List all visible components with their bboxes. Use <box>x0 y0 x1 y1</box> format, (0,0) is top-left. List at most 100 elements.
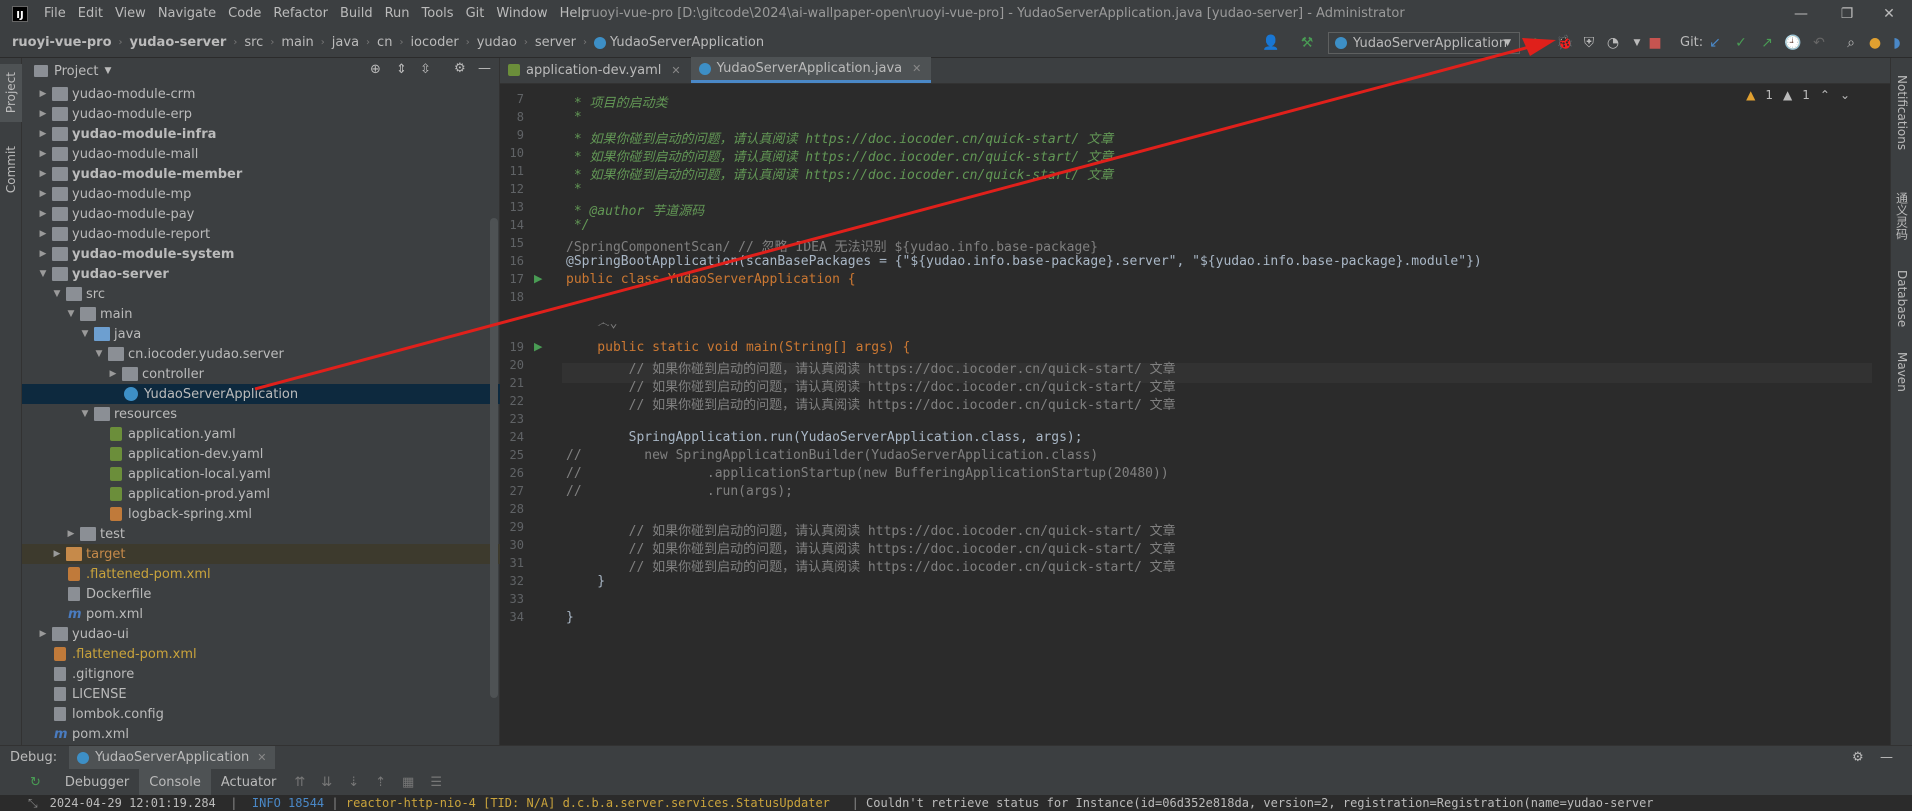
breadcrumb-item[interactable]: main <box>281 35 313 50</box>
tree-item[interactable]: ▼ java <box>22 324 500 344</box>
hide-panel-icon[interactable]: — <box>478 61 491 76</box>
user-icon[interactable]: 👤 <box>1262 34 1280 52</box>
chevron-right-icon[interactable]: ▶ <box>36 169 50 179</box>
breadcrumb-item[interactable]: ruoyi-vue-pro <box>12 35 112 50</box>
menu-item-run[interactable]: Run <box>379 0 416 28</box>
chevron-right-icon[interactable]: ▶ <box>36 89 50 99</box>
run-icon[interactable]: ▶ <box>1531 34 1549 52</box>
history-icon[interactable]: 🕘 <box>1784 34 1802 52</box>
inspection-widget[interactable]: ▲ 1 ▲ 1 ⌃ ⌄ <box>1746 88 1850 102</box>
debug-tab-console[interactable]: Console <box>139 769 211 795</box>
menu-item-view[interactable]: View <box>109 0 152 28</box>
tree-item[interactable]: application-dev.yaml <box>22 444 500 464</box>
chevron-right-icon[interactable]: ▶ <box>36 189 50 199</box>
project-panel-title[interactable]: Project <box>54 64 98 79</box>
breadcrumb-item[interactable]: yudao <box>477 35 517 50</box>
tree-item[interactable]: application-prod.yaml <box>22 484 500 504</box>
breadcrumb-item[interactable]: cn <box>377 35 392 50</box>
code-editor[interactable]: * 项目的启动类 * * 如果你碰到启动的问题，请认真阅读 https://do… <box>566 84 1886 745</box>
breadcrumb-item[interactable]: src <box>244 35 263 50</box>
chevron-right-icon[interactable]: ▶ <box>36 209 50 219</box>
tree-item[interactable]: ▼ src <box>22 284 500 304</box>
tree-item[interactable]: ▶ yudao-module-member <box>22 164 500 184</box>
editor-tab[interactable]: YudaoServerApplication.java ✕ <box>690 57 932 83</box>
tree-item[interactable]: m pom.xml <box>22 724 500 744</box>
tree-item[interactable]: ▶ yudao-module-mp <box>22 184 500 204</box>
profile-icon[interactable]: ◔ <box>1604 34 1622 52</box>
chevron-down-icon[interactable]: ▼ <box>92 349 106 359</box>
debug-toolbar-icon[interactable]: ▦ <box>394 775 422 790</box>
project-tool-tab[interactable]: Project <box>0 64 22 122</box>
close-icon[interactable]: ✕ <box>257 751 266 764</box>
debug-toolbar-icon[interactable]: ⇈ <box>286 775 313 790</box>
chevron-right-icon[interactable]: ▶ <box>36 629 50 639</box>
menu-item-code[interactable]: Code <box>222 0 267 28</box>
run-configuration-select[interactable]: YudaoServerApplication ▼ <box>1328 32 1520 54</box>
more-run-options-icon[interactable]: ▼ <box>1628 34 1646 52</box>
gear-icon[interactable]: ⚙ <box>1852 750 1864 765</box>
tree-item[interactable]: application.yaml <box>22 424 500 444</box>
menu-item-git[interactable]: Git <box>460 0 491 28</box>
menu-item-edit[interactable]: Edit <box>72 0 109 28</box>
assistant-tool-tab[interactable]: 通义灵码 <box>1891 176 1912 256</box>
restore-icon[interactable]: ❐ <box>1824 0 1870 28</box>
chevron-down-icon[interactable]: ▼ <box>104 66 111 76</box>
chevron-down-icon[interactable]: ▼ <box>78 409 92 419</box>
tree-item[interactable]: m pom.xml <box>22 604 500 624</box>
git-push-icon[interactable]: ↗ <box>1758 34 1776 52</box>
breadcrumb-item[interactable]: iocoder <box>410 35 458 50</box>
chevron-right-icon[interactable]: ▶ <box>64 529 78 539</box>
tree-item[interactable]: ▶ yudao-module-report <box>22 224 500 244</box>
menu-item-build[interactable]: Build <box>334 0 379 28</box>
tree-item[interactable]: YudaoServerApplication <box>22 384 500 404</box>
chevron-right-icon[interactable]: ▶ <box>36 149 50 159</box>
tree-item[interactable]: ▶ yudao-module-mall <box>22 144 500 164</box>
debug-session-tab[interactable]: YudaoServerApplication ✕ <box>69 745 275 770</box>
tree-item[interactable]: ▶ yudao-module-pay <box>22 204 500 224</box>
tree-item[interactable]: application-local.yaml <box>22 464 500 484</box>
debug-bug-icon[interactable]: 🐞 <box>1556 34 1574 52</box>
tree-item[interactable]: ▶ test <box>22 524 500 544</box>
chevron-right-icon[interactable]: ▶ <box>106 369 120 379</box>
tree-item[interactable]: LICENSE <box>22 684 500 704</box>
tree-item[interactable]: ▶ yudao-module-system <box>22 244 500 264</box>
gutter-run-icon[interactable]: ▶ <box>534 272 542 285</box>
menu-item-tools[interactable]: Tools <box>416 0 460 28</box>
tree-item[interactable]: ▼ resources <box>22 404 500 424</box>
tree-item[interactable]: ▶ target <box>22 544 500 564</box>
chevron-right-icon[interactable]: ▶ <box>36 249 50 259</box>
tree-item[interactable]: ▶ yudao-module-crm <box>22 84 500 104</box>
tree-item[interactable]: .flattened-pom.xml <box>22 564 500 584</box>
debug-toolbar-icon[interactable]: ☰ <box>422 775 450 790</box>
git-update-icon[interactable]: ↙ <box>1706 34 1724 52</box>
debug-toolbar-icon[interactable]: ⇊ <box>313 775 340 790</box>
gear-icon[interactable]: ⚙ <box>454 61 466 76</box>
commit-tool-tab[interactable]: Commit <box>0 138 22 202</box>
chevron-down-icon[interactable]: ▼ <box>78 329 92 339</box>
breadcrumb-item[interactable]: server <box>535 35 576 50</box>
chevron-right-icon[interactable]: ▶ <box>36 229 50 239</box>
git-commit-icon[interactable]: ✓ <box>1732 34 1750 52</box>
chevron-right-icon[interactable]: ▶ <box>36 109 50 119</box>
menu-item-file[interactable]: File <box>38 0 72 28</box>
close-tab-icon[interactable]: ✕ <box>912 62 921 75</box>
breadcrumb-item[interactable]: YudaoServerApplication <box>610 35 764 50</box>
tree-item[interactable]: ▶ yudao-module-erp <box>22 104 500 124</box>
tree-item[interactable]: ▼ main <box>22 304 500 324</box>
minimize-icon[interactable]: — <box>1778 0 1824 28</box>
tree-item[interactable]: ▼ cn.iocoder.yudao.server <box>22 344 500 364</box>
debug-tab-debugger[interactable]: Debugger <box>55 769 139 795</box>
chevron-down-icon[interactable]: ▼ <box>36 269 50 279</box>
debug-toolbar-icon[interactable]: ⇡ <box>367 775 394 790</box>
maven-tool-tab[interactable]: Maven <box>1891 342 1912 402</box>
tree-item[interactable]: ▶ yudao-ui <box>22 624 500 644</box>
update-icon[interactable]: ● <box>1866 34 1884 52</box>
editor-scrollbar[interactable] <box>1880 88 1886 728</box>
debug-toolbar-icon[interactable]: ⇣ <box>340 775 367 790</box>
tree-item[interactable]: ▶ controller <box>22 364 500 384</box>
chevron-up-icon[interactable]: ⌃ <box>1820 88 1830 102</box>
menu-item-window[interactable]: Window <box>490 0 553 28</box>
hide-panel-icon[interactable]: — <box>1880 750 1893 765</box>
search-icon[interactable]: ⌕ <box>1842 34 1860 52</box>
editor-tab[interactable]: application-dev.yaml ✕ <box>500 57 691 83</box>
